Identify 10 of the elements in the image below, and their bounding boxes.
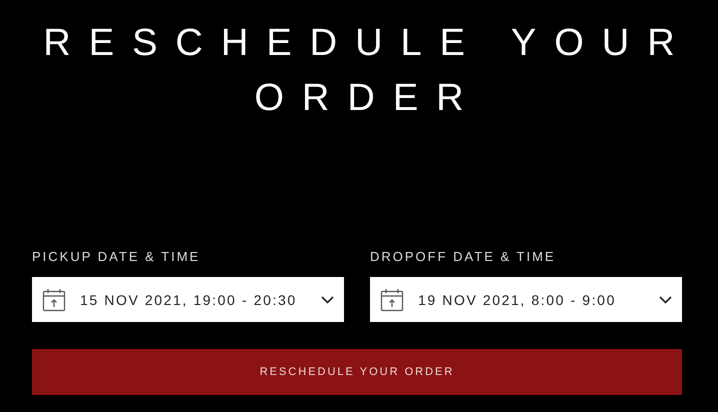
chevron-down-icon — [659, 296, 672, 304]
calendar-icon — [380, 288, 404, 312]
reschedule-button[interactable]: RESCHEDULE YOUR ORDER — [32, 349, 682, 395]
page-title: RESCHEDULE YOUR ORDER — [43, 22, 693, 119]
date-time-select[interactable]: 15 NOV 2021, 19:00 - 20:30 — [32, 277, 344, 322]
field-label: DROPOFF DATE & TIME — [370, 249, 556, 264]
chevron-down-icon — [321, 296, 334, 304]
field-label: PICKUP DATE & TIME — [32, 249, 200, 264]
calendar-icon — [42, 288, 66, 312]
date-time-select[interactable]: 19 NOV 2021, 8:00 - 9:00 — [370, 277, 682, 322]
